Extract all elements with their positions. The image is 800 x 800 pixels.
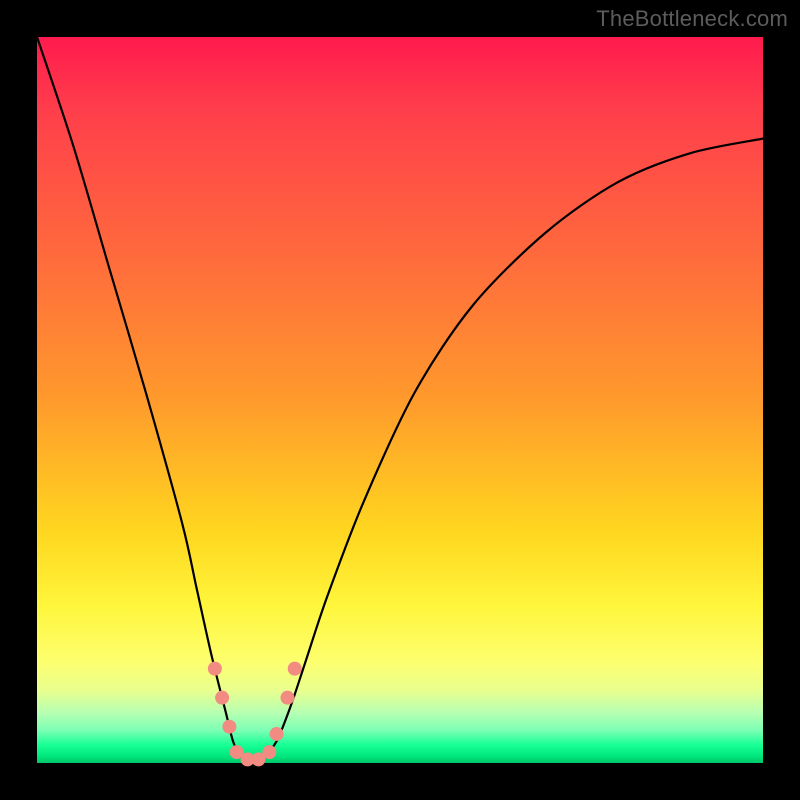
curve-marker <box>288 662 302 676</box>
curve-marker <box>222 720 236 734</box>
bottleneck-curve <box>37 37 763 764</box>
chart-frame: TheBottleneck.com <box>0 0 800 800</box>
curve-marker <box>262 745 276 759</box>
watermark-text: TheBottleneck.com <box>596 6 788 32</box>
curve-marker <box>215 691 229 705</box>
curve-marker <box>208 662 222 676</box>
plot-area <box>37 37 763 763</box>
curve-svg <box>37 37 763 763</box>
curve-marker <box>280 691 294 705</box>
curve-marker <box>270 727 284 741</box>
